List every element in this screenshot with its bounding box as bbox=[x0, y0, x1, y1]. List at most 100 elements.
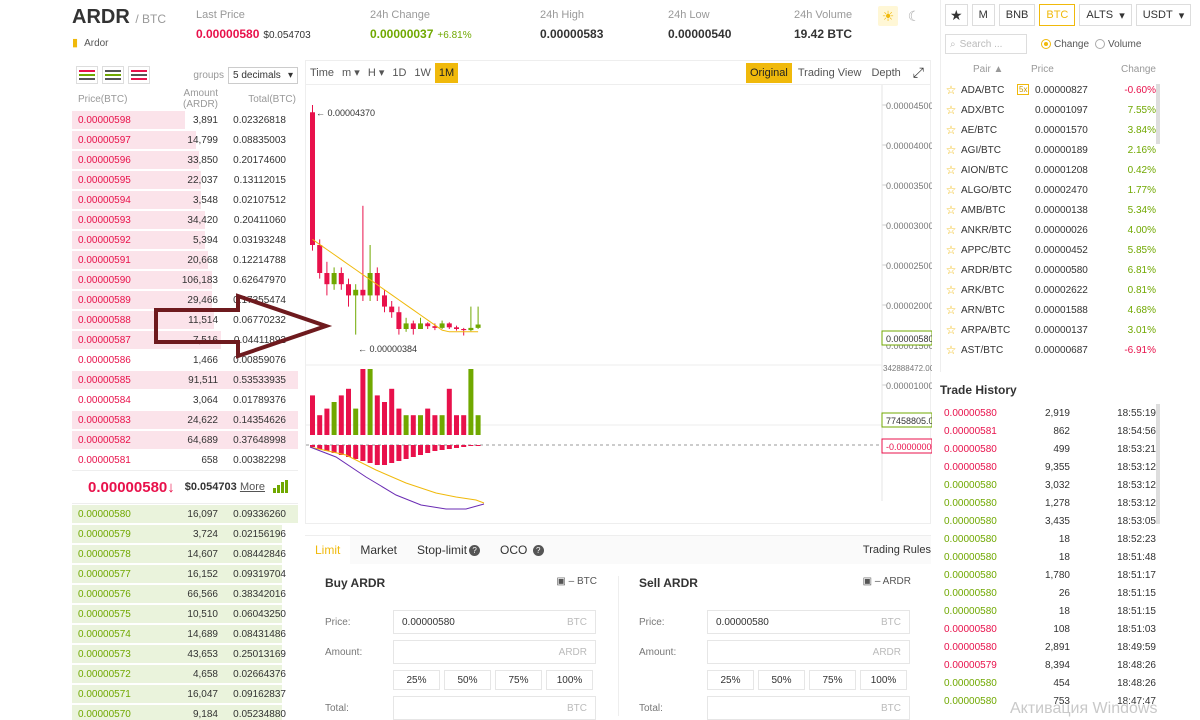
buy-price-input[interactable]: 0.00000580 BTC bbox=[393, 610, 596, 634]
ask-row[interactable]: 0.00000581 658 0.00382298 bbox=[72, 450, 298, 470]
market-row[interactable]: ☆ AST/BTC 0.00000687 -6.91% bbox=[941, 340, 1160, 360]
view-tradingview[interactable]: Trading View bbox=[794, 63, 866, 83]
sell-pct-100[interactable]: 100% bbox=[860, 670, 907, 690]
sell-amount-input[interactable]: ARDR bbox=[707, 640, 910, 664]
bid-row[interactable]: 0.00000572 4,658 0.02664376 bbox=[72, 664, 298, 684]
star-icon[interactable]: ☆ bbox=[941, 163, 961, 177]
ask-row[interactable]: 0.00000590 106,183 0.62647970 bbox=[72, 270, 298, 290]
view-both-icon[interactable] bbox=[76, 66, 98, 84]
market-row[interactable]: ☆ ADA/BTC 5x 0.00000827 -0.60% bbox=[941, 80, 1160, 100]
ask-row[interactable]: 0.00000592 5,394 0.03193248 bbox=[72, 230, 298, 250]
market-row[interactable]: ☆ ARN/BTC 0.00001588 4.68% bbox=[941, 300, 1160, 320]
sell-wallet[interactable]: ▣ – ARDR bbox=[863, 576, 911, 587]
sun-icon[interactable]: ☀ bbox=[878, 6, 898, 26]
interval-1m[interactable]: 1M bbox=[434, 62, 459, 83]
bid-row[interactable]: 0.00000574 14,689 0.08431486 bbox=[72, 624, 298, 644]
star-icon[interactable]: ☆ bbox=[941, 223, 961, 237]
market-row[interactable]: ☆ ADX/BTC 0.00001097 7.55% bbox=[941, 100, 1160, 120]
market-row[interactable]: ☆ ARK/BTC 0.00002622 0.81% bbox=[941, 280, 1160, 300]
tab-limit[interactable]: Limit bbox=[305, 536, 351, 564]
bid-row[interactable]: 0.00000577 16,152 0.09319704 bbox=[72, 564, 298, 584]
market-row[interactable]: ☆ AE/BTC 0.00001570 3.84% bbox=[941, 120, 1160, 140]
market-row[interactable]: ☆ ANKR/BTC 0.00000026 4.00% bbox=[941, 220, 1160, 240]
sort-pair[interactable]: Pair ▲ bbox=[941, 64, 1031, 75]
ask-row[interactable]: 0.00000595 22,037 0.13112015 bbox=[72, 170, 298, 190]
ask-row[interactable]: 0.00000597 14,799 0.08835003 bbox=[72, 130, 298, 150]
market-row[interactable]: ☆ APPC/BTC 0.00000452 5.85% bbox=[941, 240, 1160, 260]
market-row[interactable]: ☆ AMB/BTC 0.00000138 5.34% bbox=[941, 200, 1160, 220]
bid-row[interactable]: 0.00000576 66,566 0.38342016 bbox=[72, 584, 298, 604]
star-icon[interactable]: ☆ bbox=[941, 243, 961, 257]
ask-row[interactable]: 0.00000583 24,622 0.14354626 bbox=[72, 410, 298, 430]
ask-row[interactable]: 0.00000584 3,064 0.01789376 bbox=[72, 390, 298, 410]
help-icon[interactable]: ? bbox=[469, 544, 481, 556]
interval-1d[interactable]: 1D bbox=[388, 63, 410, 83]
star-icon[interactable]: ☆ bbox=[941, 183, 961, 197]
ask-row[interactable]: 0.00000585 91,511 0.53533935 bbox=[72, 370, 298, 390]
market-row[interactable]: ☆ AGI/BTC 0.00000189 2.16% bbox=[941, 140, 1160, 160]
buy-pct-75[interactable]: 75% bbox=[495, 670, 542, 690]
ask-row[interactable]: 0.00000598 3,891 0.02326818 bbox=[72, 110, 298, 130]
buy-total-input[interactable]: BTC bbox=[393, 696, 596, 720]
bid-row[interactable]: 0.00000579 3,724 0.02156196 bbox=[72, 524, 298, 544]
sort-change[interactable]: Change bbox=[1091, 64, 1160, 75]
star-icon[interactable]: ☆ bbox=[941, 283, 961, 297]
market-scrollbar[interactable] bbox=[1156, 84, 1160, 144]
tab-bnb[interactable]: BNB bbox=[998, 4, 1036, 26]
view-depth[interactable]: Depth bbox=[867, 63, 904, 83]
star-icon[interactable]: ☆ bbox=[941, 323, 961, 337]
favorites-star-icon[interactable]: ★ bbox=[945, 4, 968, 26]
tab-alts[interactable]: ALTS ▾ bbox=[1079, 4, 1132, 26]
tab-market[interactable]: Market bbox=[350, 536, 407, 564]
sell-pct-25[interactable]: 25% bbox=[707, 670, 754, 690]
interval-minutes[interactable]: m ▾ bbox=[338, 63, 364, 83]
ask-row[interactable]: 0.00000591 20,668 0.12214788 bbox=[72, 250, 298, 270]
sell-pct-50[interactable]: 50% bbox=[758, 670, 805, 690]
buy-wallet[interactable]: ▣ – BTC bbox=[556, 576, 597, 587]
tab-stop-limit[interactable]: Stop-limit? bbox=[407, 536, 490, 564]
star-icon[interactable]: ☆ bbox=[941, 123, 961, 137]
more-link[interactable]: More bbox=[240, 481, 265, 493]
ask-row[interactable]: 0.00000594 3,548 0.02107512 bbox=[72, 190, 298, 210]
tab-oco[interactable]: OCO ? bbox=[490, 536, 554, 564]
decimals-select[interactable]: 5 decimals ▾ bbox=[228, 66, 298, 84]
radio-change[interactable]: Change bbox=[1041, 39, 1089, 50]
tab-btc[interactable]: BTC bbox=[1039, 4, 1076, 26]
candlestick-chart[interactable]: 0.00004500 0.00004000 0.00003500 0.00003000… bbox=[306, 85, 932, 525]
market-search-input[interactable]: ⌕ Search ... bbox=[945, 34, 1027, 54]
sell-price-input[interactable]: 0.00000580 BTC bbox=[707, 610, 910, 634]
buy-pct-25[interactable]: 25% bbox=[393, 670, 440, 690]
tab-usdt[interactable]: USDT ▾ bbox=[1135, 4, 1192, 26]
bid-row[interactable]: 0.00000570 9,184 0.05234880 bbox=[72, 704, 298, 720]
bid-row[interactable]: 0.00000580 16,097 0.09336260 bbox=[72, 504, 298, 524]
buy-pct-100[interactable]: 100% bbox=[546, 670, 593, 690]
ask-row[interactable]: 0.00000596 33,850 0.20174600 bbox=[72, 150, 298, 170]
trading-rules-link[interactable]: Trading Rules bbox=[863, 544, 931, 556]
market-row[interactable]: ☆ ARDR/BTC 0.00000580 6.81% bbox=[941, 260, 1160, 280]
sell-total-input[interactable]: BTC bbox=[707, 696, 910, 720]
star-icon[interactable]: ☆ bbox=[941, 263, 961, 277]
star-icon[interactable]: ☆ bbox=[941, 83, 961, 97]
help-icon[interactable]: ? bbox=[532, 544, 544, 556]
coin-name[interactable]: ▮ Ardor bbox=[72, 36, 109, 49]
bid-row[interactable]: 0.00000575 10,510 0.06043250 bbox=[72, 604, 298, 624]
bid-row[interactable]: 0.00000571 16,047 0.09162837 bbox=[72, 684, 298, 704]
star-icon[interactable]: ☆ bbox=[941, 203, 961, 217]
bid-row[interactable]: 0.00000578 14,607 0.08442846 bbox=[72, 544, 298, 564]
buy-amount-input[interactable]: ARDR bbox=[393, 640, 596, 664]
ask-row[interactable]: 0.00000593 34,420 0.20411060 bbox=[72, 210, 298, 230]
radio-volume[interactable]: Volume bbox=[1095, 39, 1141, 50]
market-row[interactable]: ☆ ARPA/BTC 0.00000137 3.01% bbox=[941, 320, 1160, 340]
history-scrollbar[interactable] bbox=[1156, 404, 1160, 524]
buy-pct-50[interactable]: 50% bbox=[444, 670, 491, 690]
market-row[interactable]: ☆ ALGO/BTC 0.00002470 1.77% bbox=[941, 180, 1160, 200]
sort-price[interactable]: Price bbox=[1031, 64, 1091, 75]
fullscreen-icon[interactable]: ⤢ bbox=[907, 64, 930, 81]
tab-margin[interactable]: M bbox=[971, 4, 995, 26]
star-icon[interactable]: ☆ bbox=[941, 343, 961, 357]
star-icon[interactable]: ☆ bbox=[941, 103, 961, 117]
view-asks-icon[interactable] bbox=[128, 66, 150, 84]
interval-hours[interactable]: H ▾ bbox=[364, 63, 389, 83]
interval-1w[interactable]: 1W bbox=[410, 63, 435, 83]
view-original[interactable]: Original bbox=[745, 62, 792, 83]
